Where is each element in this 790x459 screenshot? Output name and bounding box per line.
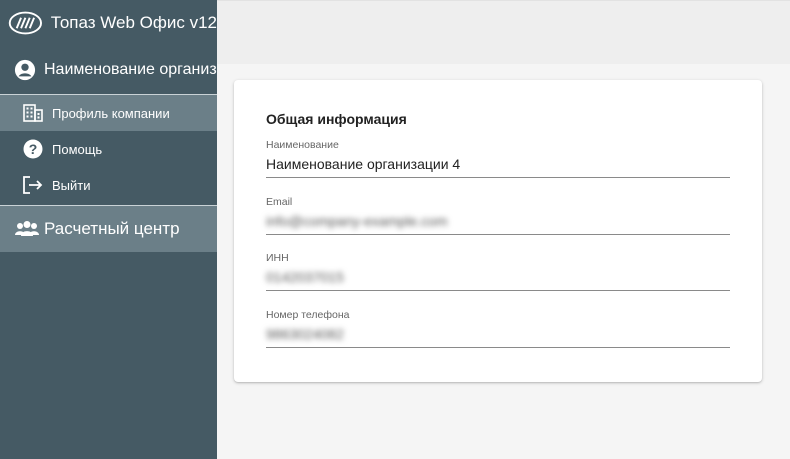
account-circle-icon	[14, 59, 36, 81]
users-group-icon	[15, 221, 39, 236]
top-bar	[217, 0, 790, 65]
building-icon	[22, 102, 44, 124]
inn-input[interactable]: 0142037015	[266, 266, 730, 291]
sidebar-item-label: Профиль компании	[52, 105, 170, 121]
app-title: Топаз Web Офис v12	[50, 13, 217, 32]
field-label: Email	[266, 196, 293, 208]
phone-field[interactable]: Номер телефона 9863024082	[266, 309, 730, 348]
inn-field[interactable]: ИНН 0142037015	[266, 252, 730, 291]
email-value: info@company-example.com	[266, 213, 448, 229]
organization-name: Наименование организации	[44, 61, 217, 78]
phone-value: 9863024082	[266, 326, 344, 342]
inn-value: 0142037015	[266, 269, 344, 285]
field-label: Номер телефона	[266, 309, 350, 321]
svg-text:?: ?	[29, 141, 38, 157]
sidebar-item-label: Помощь	[52, 141, 103, 157]
phone-input[interactable]: 9863024082	[266, 323, 730, 348]
field-label: Наименование	[266, 139, 339, 151]
sidebar-item-logout[interactable]: Выйти	[0, 167, 217, 203]
sidebar-item-label: Выйти	[52, 177, 91, 193]
name-input[interactable]: Наименование организации 4	[266, 153, 730, 178]
app-logo-icon	[8, 11, 42, 35]
sidebar-section-label: Расчетный центр	[44, 219, 180, 238]
logout-icon	[22, 174, 44, 196]
sidebar: Топаз Web Офис v12 Наименование организа…	[0, 0, 217, 459]
general-info-card: Общая информация Наименование Наименован…	[234, 80, 762, 382]
card-title: Общая информация	[266, 111, 407, 127]
email-field[interactable]: Email info@company-example.com	[266, 196, 730, 235]
sidebar-item-help[interactable]: ? Помощь	[0, 131, 217, 167]
app-brand[interactable]: Топаз Web Офис v12	[0, 0, 217, 46]
name-field[interactable]: Наименование Наименование организации 4	[266, 139, 730, 178]
organization-header[interactable]: Наименование организации	[0, 46, 217, 95]
sidebar-item-company-profile[interactable]: Профиль компании	[0, 95, 217, 131]
email-input[interactable]: info@company-example.com	[266, 210, 730, 235]
organization-menu: Профиль компании ? Помощь Выйти	[0, 95, 217, 206]
help-circle-icon: ?	[22, 138, 44, 160]
field-label: ИНН	[266, 252, 289, 264]
sidebar-section-billing-center[interactable]: Расчетный центр	[0, 206, 217, 252]
